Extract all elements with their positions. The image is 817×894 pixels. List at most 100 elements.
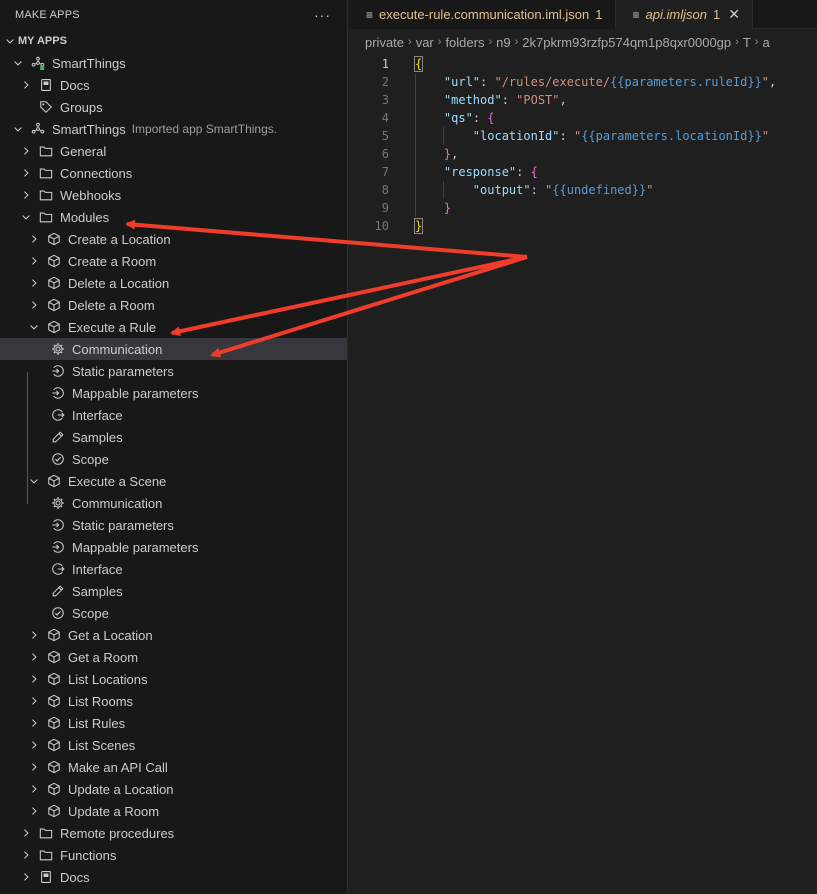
tree-item[interactable]: Mappable parameters (0, 536, 347, 558)
breadcrumb-item[interactable]: n9 (496, 35, 510, 50)
problem-count-badge: 1 (712, 7, 721, 22)
tree-item-label: Update a Room (68, 803, 160, 819)
tree-item[interactable]: Create a Room (0, 250, 347, 272)
chevron-right-icon[interactable] (26, 693, 42, 709)
tree-item[interactable]: Samples (0, 580, 347, 602)
tree-item[interactable]: Groups (0, 96, 347, 118)
tree-item[interactable]: Execute a Scene (0, 470, 347, 492)
tree-item[interactable]: Delete a Location (0, 272, 347, 294)
code-editor[interactable]: 1 { 2 "url": "/rules/execute/{{parameter… (349, 55, 817, 235)
tree-item[interactable]: Interface (0, 404, 347, 426)
tree-item[interactable]: List Rooms (0, 690, 347, 712)
tree-item[interactable]: Update a Location (0, 778, 347, 800)
chevron-down-icon[interactable] (18, 209, 34, 225)
tree-item[interactable]: Functions (0, 844, 347, 866)
gear-icon (50, 341, 66, 357)
tree-item-label: Samples (72, 429, 123, 445)
tree-item[interactable]: Mappable parameters (0, 382, 347, 404)
breadcrumb-item[interactable]: private (365, 35, 404, 50)
chevron-right-icon[interactable] (26, 715, 42, 731)
chevron-right-icon[interactable] (18, 165, 34, 181)
chevron-right-icon[interactable] (26, 671, 42, 687)
tree-item-label: Mappable parameters (72, 385, 199, 401)
folder-icon (38, 165, 54, 181)
chevron-right-icon[interactable] (18, 869, 34, 885)
tab-execute-rule-communication[interactable]: ≡ execute-rule.communication.iml.json 1 (349, 0, 616, 29)
tree-item[interactable]: Static parameters (0, 514, 347, 536)
tree-item[interactable]: Webhooks (0, 184, 347, 206)
tree-item[interactable]: List Scenes (0, 734, 347, 756)
chevron-right-icon[interactable] (26, 737, 42, 753)
chevron-right-icon[interactable] (18, 143, 34, 159)
tree-item[interactable]: Interface (0, 558, 347, 580)
tree-item[interactable]: Remote procedures (0, 822, 347, 844)
close-tab-icon[interactable]: ✕ (728, 6, 740, 23)
tree-item-label: Static parameters (72, 363, 174, 379)
tree-item[interactable]: MY APPS (0, 30, 347, 52)
chevron-right-icon[interactable] (26, 253, 42, 269)
tree-item[interactable]: Delete a Room (0, 294, 347, 316)
tree-item[interactable]: Communication (0, 338, 347, 360)
tree-item[interactable]: Static parameters (0, 360, 347, 382)
tree-item[interactable]: Execute a Rule (0, 316, 347, 338)
breadcrumb-item[interactable]: var (416, 35, 434, 50)
line-number: 6 (381, 147, 389, 161)
tree-item[interactable]: List Rules (0, 712, 347, 734)
cube-icon (46, 231, 62, 247)
tree-item[interactable]: Scope (0, 602, 347, 624)
chevron-down-icon[interactable] (26, 319, 42, 335)
chevron-down-icon[interactable] (10, 55, 26, 71)
code-line: 2 "url": "/rules/execute/{{parameters.ru… (349, 73, 817, 91)
tree-item[interactable]: Communication (0, 492, 347, 514)
tree-item[interactable]: Scope (0, 448, 347, 470)
tree-item-label: Make an API Call (68, 759, 168, 775)
tree-item[interactable]: Docs (0, 74, 347, 96)
more-actions-icon[interactable]: ··· (314, 7, 331, 23)
tree-item[interactable]: Docs (0, 866, 347, 888)
tree-item[interactable]: Create a Location (0, 228, 347, 250)
cube-icon (46, 275, 62, 291)
tree-item[interactable]: Update a Room (0, 800, 347, 822)
chevron-right-icon[interactable] (26, 649, 42, 665)
chevron-right-icon[interactable] (26, 297, 42, 313)
chevron-down-icon[interactable] (2, 33, 18, 49)
breadcrumb-item[interactable]: T (743, 35, 751, 50)
chevron-right-icon[interactable] (26, 627, 42, 643)
tree-item[interactable]: SmartThings (0, 52, 347, 74)
chevron-right-icon[interactable] (26, 275, 42, 291)
tree-item-label: Delete a Room (68, 297, 155, 313)
sidebar-header: MAKE APPS ··· (0, 0, 347, 30)
breadcrumb-item[interactable]: folders (445, 35, 484, 50)
tree-item[interactable]: SmartThings Imported app SmartThings. (0, 118, 347, 140)
tree-item[interactable]: General (0, 140, 347, 162)
arrow-in-circle-icon (50, 517, 66, 533)
tree-item[interactable]: Connections (0, 162, 347, 184)
folder-icon (38, 187, 54, 203)
tree-item[interactable]: Get a Location (0, 624, 347, 646)
breadcrumb-item[interactable]: 2k7pkrm93rzfp574qm1p8qxr0000gp (522, 35, 731, 50)
code-line: 7 "response": { (349, 163, 817, 181)
app-hub-icon (30, 55, 46, 71)
chevron-down-icon[interactable] (10, 121, 26, 137)
tree-item-label: Scope (72, 605, 109, 621)
breadcrumb-item[interactable]: a (762, 35, 769, 50)
tree-item-label: Functions (60, 847, 117, 863)
tree-item[interactable]: List Locations (0, 668, 347, 690)
chevron-right-icon[interactable] (18, 187, 34, 203)
tree-item[interactable]: Make an API Call (0, 756, 347, 778)
tab-api-imljson[interactable]: ≡ api.imljson 1 ✕ (615, 0, 753, 29)
tree-item[interactable]: Get a Room (0, 646, 347, 668)
chevron-down-icon[interactable] (26, 473, 42, 489)
app-tree: MY APPS SmartThings Docs Groups SmartThings I… (0, 30, 347, 888)
chevron-right-icon[interactable] (18, 77, 34, 93)
chevron-right-icon[interactable] (18, 825, 34, 841)
chevron-right-icon[interactable] (26, 231, 42, 247)
chevron-right-icon[interactable] (26, 781, 42, 797)
tree-item[interactable]: Modules (0, 206, 347, 228)
cube-icon (46, 253, 62, 269)
chevron-right-icon[interactable] (26, 759, 42, 775)
problem-count-badge: 1 (595, 7, 603, 22)
chevron-right-icon[interactable] (18, 847, 34, 863)
tree-item[interactable]: Samples (0, 426, 347, 448)
chevron-right-icon[interactable] (26, 803, 42, 819)
